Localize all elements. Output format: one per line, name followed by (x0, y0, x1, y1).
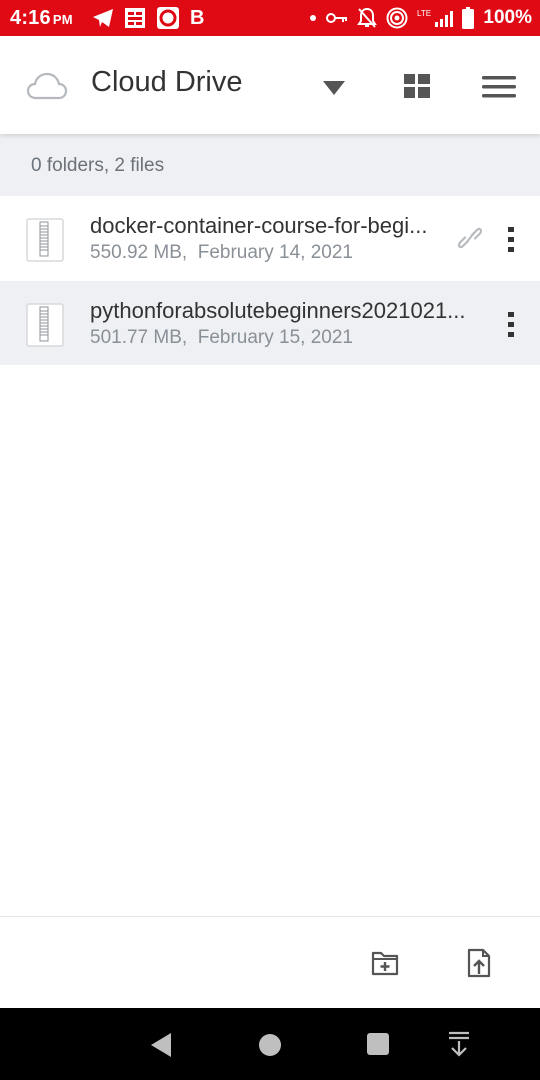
file-size: 501.77 MB, (90, 327, 188, 348)
carrier-letter: B (190, 6, 205, 29)
file-list-item[interactable]: pythonforabsolutebeginners2021021... 501… (0, 281, 540, 365)
status-ampm: PM (52, 12, 73, 27)
file-meta: 501.77 MB, February 15, 2021 (90, 327, 353, 349)
shared-link-icon (458, 227, 482, 249)
file-name: pythonforabsolutebeginners2021021... (90, 298, 466, 323)
dropdown-icon[interactable] (322, 80, 346, 96)
bottom-action-bar (0, 916, 540, 1008)
grid-view-icon[interactable] (404, 74, 430, 98)
file-list-item[interactable]: docker-container-course-for-begi... 550.… (0, 196, 540, 280)
file-date: February 14, 2021 (197, 242, 353, 263)
dot-icon (310, 15, 317, 21)
upload-file-icon[interactable] (467, 948, 491, 978)
status-time: 4:16 PM (10, 7, 73, 29)
app-bar: Cloud Drive (0, 36, 540, 134)
battery-percent: 100% (483, 7, 532, 28)
file-meta: 550.92 MB, February 14, 2021 (90, 242, 353, 264)
back-icon[interactable] (149, 1032, 173, 1058)
status-right-icons: LTE 100% (309, 5, 532, 31)
folder-summary-text: 0 folders, 2 files (31, 155, 165, 176)
zip-file-icon (26, 303, 64, 347)
notification-shade-icon[interactable] (447, 1030, 471, 1058)
zip-file-icon (26, 218, 64, 262)
new-folder-icon[interactable] (371, 950, 399, 976)
hamburger-menu-icon[interactable] (482, 76, 516, 98)
recents-icon[interactable] (367, 1033, 389, 1055)
file-size: 550.92 MB, (90, 242, 188, 263)
svg-text:LTE: LTE (417, 9, 431, 18)
circle-app-icon (157, 7, 179, 29)
signal-icon: LTE (417, 9, 454, 27)
vpn-key-icon (326, 13, 348, 23)
home-icon[interactable] (258, 1033, 282, 1057)
more-options-icon[interactable] (505, 311, 517, 339)
status-bar: 4:16 PM B LTE 100% (0, 0, 540, 36)
app-title[interactable]: Cloud Drive (91, 66, 243, 99)
cloud-icon (26, 72, 68, 100)
status-left-icons: B (92, 6, 204, 30)
grid-app-icon (125, 8, 145, 28)
more-options-icon[interactable] (505, 226, 517, 254)
folder-summary-bar: 0 folders, 2 files (0, 134, 540, 196)
hotspot-icon (386, 7, 408, 29)
file-date: February 15, 2021 (197, 327, 353, 348)
system-nav-bar (0, 1008, 540, 1080)
battery-icon (462, 7, 475, 29)
file-name: docker-container-course-for-begi... (90, 213, 428, 238)
notifications-off-icon (357, 7, 378, 28)
telegram-icon (93, 9, 113, 27)
